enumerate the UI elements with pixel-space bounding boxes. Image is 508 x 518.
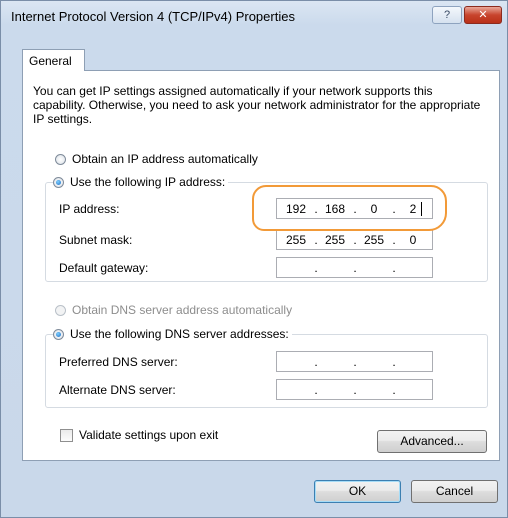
octet-separator: . [353, 233, 357, 247]
octet-separator: . [353, 383, 357, 397]
window-title: Internet Protocol Version 4 (TCP/IPv4) P… [11, 9, 295, 24]
subnet-mask-octet-1[interactable]: 255 [282, 233, 310, 247]
dialog-window: Internet Protocol Version 4 (TCP/IPv4) P… [0, 0, 508, 518]
description-text: You can get IP settings assigned automat… [33, 84, 481, 126]
octet-separator: . [314, 233, 318, 247]
alternate-dns-label: Alternate DNS server: [59, 383, 176, 397]
ok-button[interactable]: OK [314, 480, 401, 503]
ip-auto-label: Obtain an IP address automatically [72, 152, 258, 166]
title-bar[interactable]: Internet Protocol Version 4 (TCP/IPv4) P… [1, 1, 507, 31]
octet-separator: . [314, 383, 318, 397]
subnet-mask-octet-3[interactable]: 255 [360, 233, 388, 247]
dns-auto-radio[interactable] [55, 304, 66, 316]
subnet-mask-octet-2[interactable]: 255 [321, 233, 349, 247]
help-icon: ? [443, 9, 451, 21]
ip-auto-radio[interactable] [55, 153, 66, 165]
dns-manual-radio-row[interactable]: Use the following DNS server addresses: [53, 326, 292, 342]
dns-manual-radio[interactable] [53, 328, 64, 340]
octet-separator: . [392, 261, 396, 275]
cancel-button[interactable]: Cancel [411, 480, 498, 503]
close-button[interactable]: ✕ [464, 6, 502, 24]
ip-manual-radio[interactable] [53, 176, 64, 188]
subnet-mask-input[interactable]: 255 . 255 . 255 . 0 [276, 229, 433, 250]
default-gateway-label: Default gateway: [59, 261, 149, 275]
help-button[interactable]: ? [432, 6, 462, 24]
validate-label[interactable]: Validate settings upon exit [79, 428, 218, 442]
preferred-dns-input[interactable]: . . . [276, 351, 433, 372]
ip-auto-radio-row[interactable]: Obtain an IP address automatically [55, 151, 258, 167]
octet-separator: . [353, 355, 357, 369]
octet-separator: . [314, 355, 318, 369]
subnet-mask-label: Subnet mask: [59, 233, 133, 247]
ip-address-label: IP address: [59, 202, 120, 216]
tab-general[interactable]: General [22, 49, 85, 71]
validate-checkbox[interactable] [60, 429, 73, 442]
octet-separator: . [314, 261, 318, 275]
dns-auto-label: Obtain DNS server address automatically [72, 303, 293, 317]
octet-separator: . [392, 233, 396, 247]
preferred-dns-label: Preferred DNS server: [59, 355, 178, 369]
highlight-annotation [252, 185, 447, 231]
octet-separator: . [392, 355, 396, 369]
octet-separator: . [353, 261, 357, 275]
dns-manual-label: Use the following DNS server addresses: [70, 327, 289, 341]
default-gateway-input[interactable]: . . . [276, 257, 433, 278]
ip-manual-radio-row[interactable]: Use the following IP address: [53, 174, 229, 190]
advanced-button[interactable]: Advanced... [377, 430, 487, 453]
alternate-dns-input[interactable]: . . . [276, 379, 433, 400]
close-icon: ✕ [478, 9, 488, 21]
subnet-mask-octet-4[interactable]: 0 [399, 233, 427, 247]
dns-auto-radio-row[interactable]: Obtain DNS server address automatically [55, 302, 292, 318]
octet-separator: . [392, 383, 396, 397]
ip-manual-label: Use the following IP address: [70, 175, 226, 189]
